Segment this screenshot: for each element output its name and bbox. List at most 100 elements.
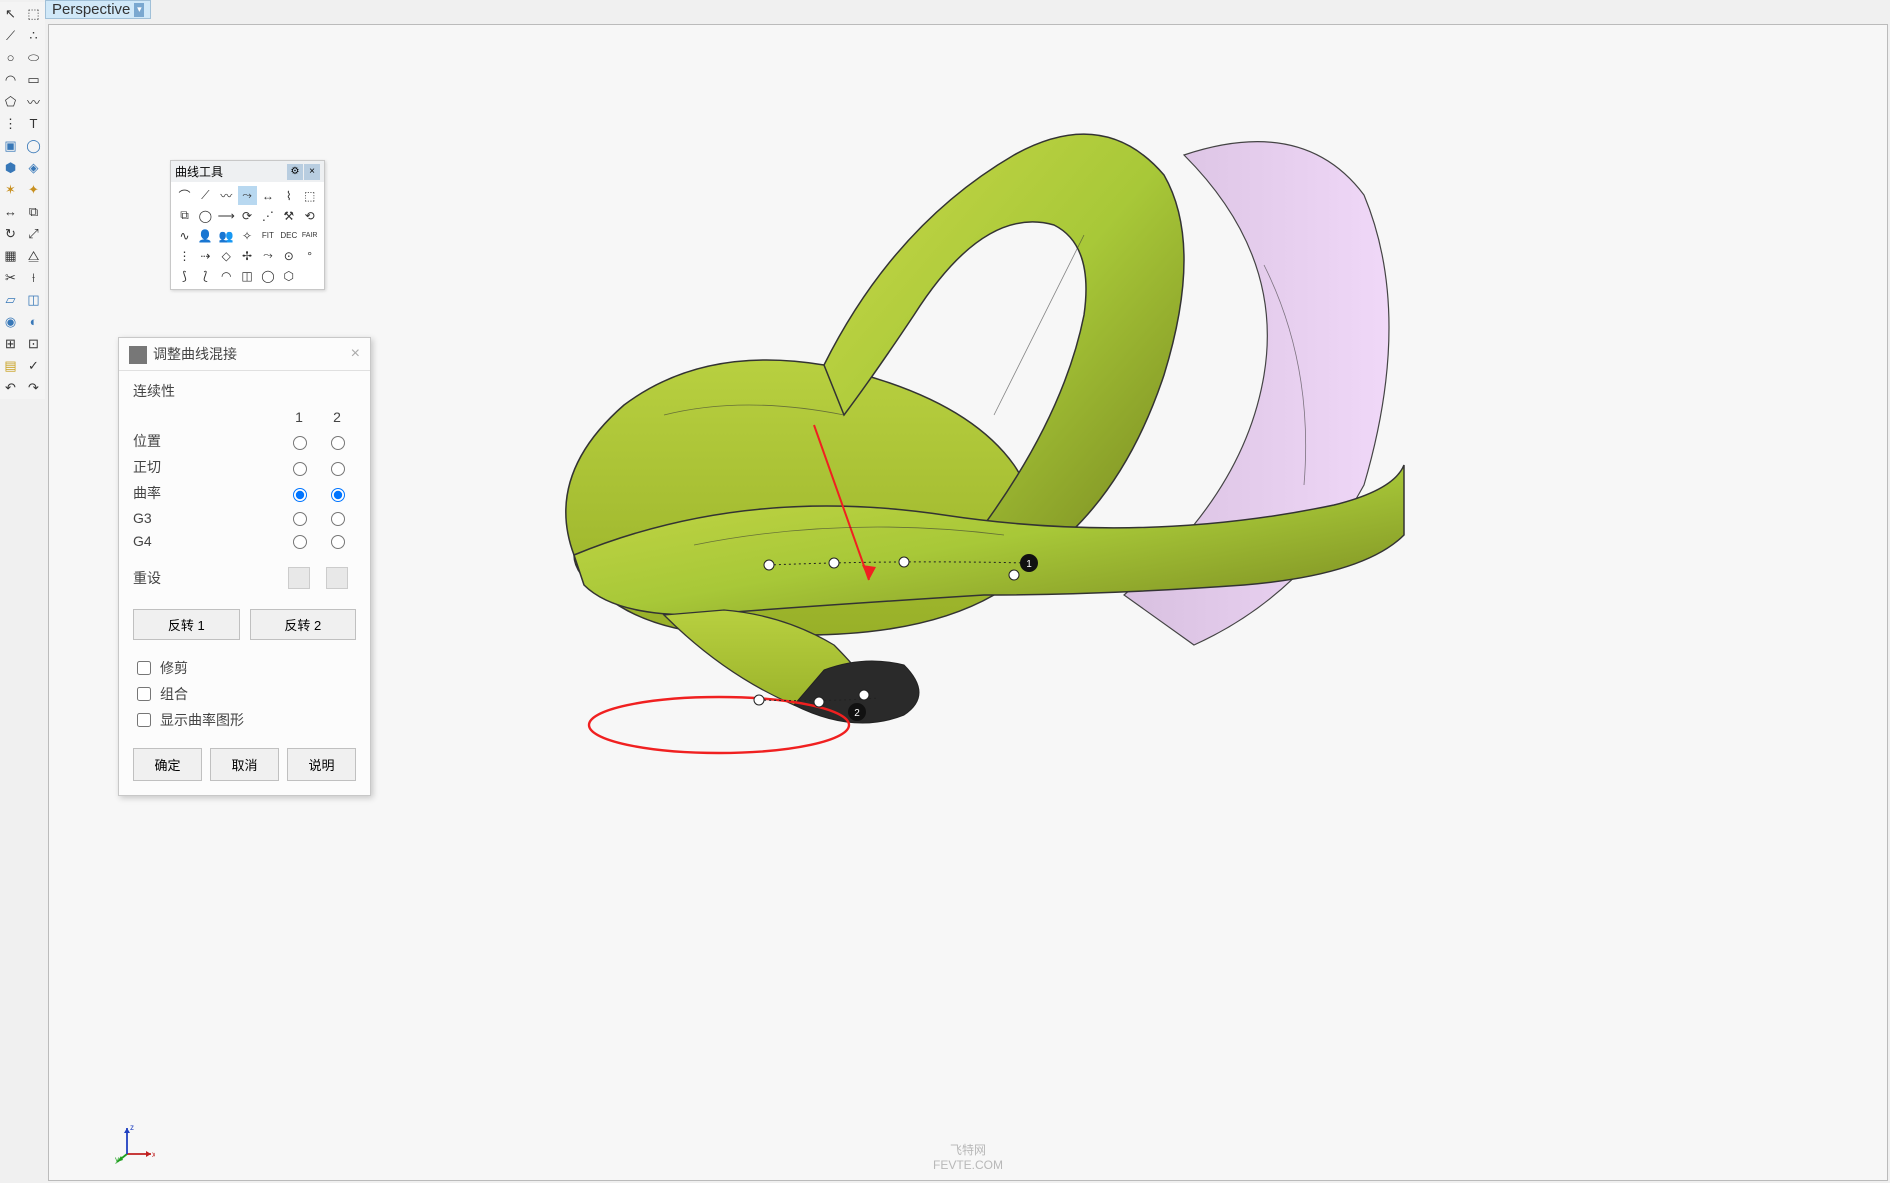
viewport-label[interactable]: Perspective ▾ [45, 0, 151, 19]
g4-radio-2[interactable] [331, 535, 345, 549]
fair-label-icon[interactable]: FAIR [300, 226, 319, 245]
trim-tool-icon[interactable]: ✂ [0, 267, 21, 288]
g3-radio-2[interactable] [331, 512, 345, 526]
copy-tool-icon[interactable]: ⧉ [23, 201, 44, 222]
check-tool-icon[interactable]: ✓ [23, 355, 44, 376]
rect-tool-icon[interactable]: ▭ [23, 69, 44, 90]
fillet-icon[interactable]: ⌒ [175, 186, 194, 205]
points-tool-icon[interactable]: ∴ [23, 25, 44, 46]
cross-icon[interactable]: ✢ [238, 246, 257, 265]
continue-icon[interactable]: ⟳ [238, 206, 257, 225]
nview-tool-icon[interactable]: ◫ [23, 289, 44, 310]
show-curvature-checkbox[interactable] [137, 713, 151, 727]
array-tool-icon[interactable]: ▦ [0, 245, 21, 266]
blend-curve-dialog[interactable]: 调整曲线混接 × 连续性 1 2 位置 正切 曲率 G3 G4 重设 [118, 337, 371, 796]
reset-button-2[interactable] [326, 567, 348, 589]
chamfer-icon[interactable]: ⟋ [196, 186, 215, 205]
ellipse-tool-icon[interactable]: ⬭ [23, 47, 44, 68]
curve-tools-header[interactable]: 曲线工具 ⚙ × [171, 161, 324, 182]
deg-icon[interactable]: ° [300, 246, 319, 265]
cylinder-solid-icon[interactable]: ◯ [23, 135, 44, 156]
arrows-icon[interactable]: ⇢ [196, 246, 215, 265]
tangent-radio-1[interactable] [293, 462, 307, 476]
ok-button[interactable]: 确定 [133, 748, 202, 781]
grid-tool-icon[interactable]: ⊞ [0, 333, 21, 354]
close-icon[interactable]: × [351, 345, 360, 363]
fit-label-icon[interactable]: FIT [258, 226, 277, 245]
box-solid-icon[interactable]: ▣ [0, 135, 21, 156]
crv1-icon[interactable]: ⟆ [175, 266, 194, 285]
position-radio-2[interactable] [331, 436, 345, 450]
tangent-radio-2[interactable] [331, 462, 345, 476]
flow-icon[interactable]: ⤳ [258, 246, 277, 265]
layer-tool-icon[interactable]: ▤ [0, 355, 21, 376]
pt-edit-icon[interactable]: ⋮ [0, 113, 21, 134]
flip-1-button[interactable]: 反转 1 [133, 609, 240, 640]
close-icon[interactable]: × [304, 164, 320, 180]
loft-icon[interactable]: ◈ [23, 157, 44, 178]
curve-tool-icon[interactable]: 〰 [23, 91, 44, 112]
dialog-titlebar[interactable]: 调整曲线混接 × [119, 338, 370, 371]
person2-icon[interactable]: 👥 [217, 226, 236, 245]
rotate-tool-icon[interactable]: ↻ [0, 223, 21, 244]
ribbon-icon[interactable]: ◯ [196, 206, 215, 225]
g3-radio-1[interactable] [293, 512, 307, 526]
lasso-tool-icon[interactable]: ⬚ [23, 3, 44, 24]
silhouette-icon[interactable]: 👤 [196, 226, 215, 245]
help-button[interactable]: 说明 [287, 748, 356, 781]
join-checkbox[interactable] [137, 687, 151, 701]
circle-tool-icon[interactable]: ○ [0, 47, 21, 68]
join-checkbox-row[interactable]: 组合 [133, 684, 356, 704]
position-radio-1[interactable] [293, 436, 307, 450]
explode-icon[interactable]: ✶ [0, 179, 21, 200]
arc2-icon[interactable]: ◠ [217, 266, 236, 285]
polyline-tool-icon[interactable]: ⟋ [0, 25, 21, 46]
crv2-icon[interactable]: ⟅ [196, 266, 215, 285]
fair-icon[interactable]: ✧ [238, 226, 257, 245]
extend-icon[interactable]: ⟶ [217, 206, 236, 225]
render-tool-icon[interactable]: ◉ [0, 311, 21, 332]
shade-tool-icon[interactable]: ◐ [23, 311, 44, 332]
curvature-radio-2[interactable] [331, 488, 345, 502]
snap-tool-icon[interactable]: ⊡ [23, 333, 44, 354]
mirror-tool-icon[interactable]: ⧋ [23, 245, 44, 266]
viewport-dropdown-icon[interactable]: ▾ [134, 3, 144, 17]
scale-tool-icon[interactable]: ⤢ [23, 223, 44, 244]
show-curvature-checkbox-row[interactable]: 显示曲率图形 [133, 710, 356, 730]
offset-icon[interactable]: ⬚ [300, 186, 319, 205]
curvature-radio-1[interactable] [293, 488, 307, 502]
flip-2-button[interactable]: 反转 2 [250, 609, 357, 640]
smoothc-icon[interactable]: ∿ [175, 226, 194, 245]
arc-tool-icon[interactable]: ◠ [0, 69, 21, 90]
join-icon[interactable]: ✦ [23, 179, 44, 200]
pointer-tool-icon[interactable]: ↖ [0, 3, 21, 24]
changecrv-icon[interactable]: ⋰ [258, 206, 277, 225]
offsetn-icon[interactable]: ⧉ [175, 206, 194, 225]
box2-icon[interactable]: ◫ [238, 266, 257, 285]
diamond-icon[interactable]: ◇ [217, 246, 236, 265]
connect-icon[interactable]: ⌇ [279, 186, 298, 205]
text-tool-icon[interactable]: T [23, 113, 44, 134]
adjust-blend-icon[interactable]: ⤳ [238, 186, 257, 205]
polygon-tool-icon[interactable]: ⬠ [0, 91, 21, 112]
trim-checkbox[interactable] [137, 661, 151, 675]
reset-button-1[interactable] [288, 567, 310, 589]
cyl-icon[interactable]: ◯ [258, 266, 277, 285]
cplane-tool-icon[interactable]: ▱ [0, 289, 21, 310]
orient-icon[interactable]: ⊙ [279, 246, 298, 265]
dots-icon[interactable]: ⋮ [175, 246, 194, 265]
dec-label-icon[interactable]: DEC [279, 226, 298, 245]
move-tool-icon[interactable]: ↔ [0, 201, 21, 222]
redo-tool-icon[interactable]: ↷ [23, 377, 44, 398]
trim-checkbox-row[interactable]: 修剪 [133, 658, 356, 678]
refit-icon[interactable]: ⟲ [300, 206, 319, 225]
blend-icon[interactable]: 〰 [217, 186, 236, 205]
split-tool-icon[interactable]: ⟊ [23, 267, 44, 288]
undo-tool-icon[interactable]: ↶ [0, 377, 21, 398]
gear-icon[interactable]: ⚙ [287, 164, 303, 180]
cancel-button[interactable]: 取消 [210, 748, 279, 781]
g4-radio-1[interactable] [293, 535, 307, 549]
curve-tools-panel[interactable]: 曲线工具 ⚙ × ⌒ ⟋ 〰 ⤳ ↔ ⌇ ⬚ ⧉ ◯ ⟶ ⟳ ⋰ ⚒ ⟲ ∿ 👤… [170, 160, 325, 290]
rebuild-icon[interactable]: ⚒ [279, 206, 298, 225]
match-icon[interactable]: ↔ [258, 186, 277, 205]
